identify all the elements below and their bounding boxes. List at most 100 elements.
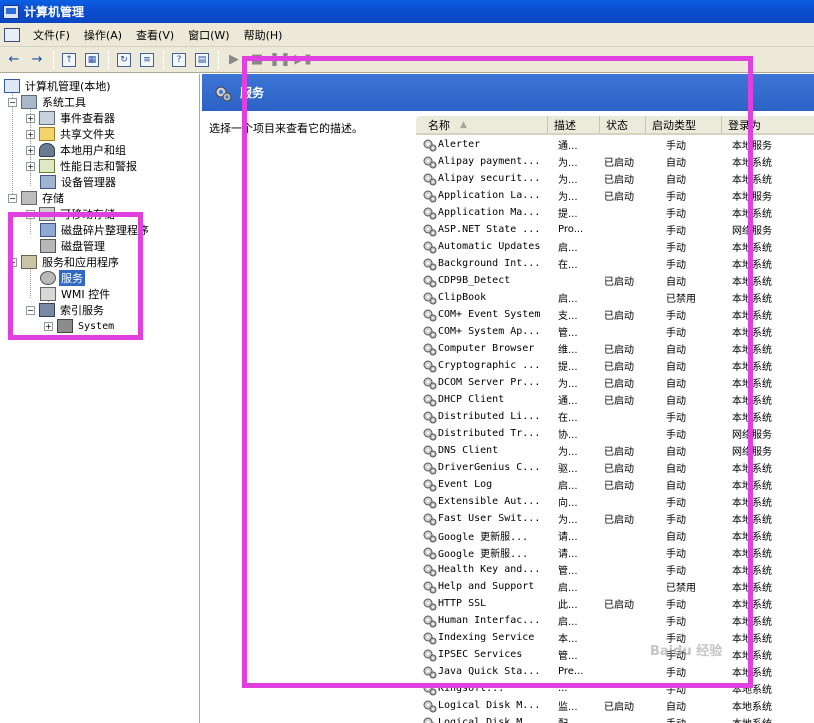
expand-icon[interactable]: + (26, 161, 35, 171)
stop-service-button[interactable]: ■ (246, 50, 268, 70)
gears-icon (423, 632, 437, 644)
tree-label-event-viewer: 事件查看器 (60, 112, 115, 125)
restart-service-button[interactable]: ▶▮ (292, 50, 314, 70)
table-row[interactable]: Java Quick Sta... Pre... 手动 本地系统 (416, 663, 814, 680)
help-button[interactable]: ? (168, 50, 190, 70)
table-row[interactable]: Distributed Li... 在... 手动 本地系统 (416, 408, 814, 425)
refresh-button[interactable]: ↻ (113, 50, 135, 70)
service-description-cell: 提... (558, 209, 578, 220)
properties-button[interactable]: ▤ (191, 50, 213, 70)
up-level-button[interactable]: ↑ (58, 50, 80, 70)
expand-icon[interactable]: + (26, 145, 35, 155)
tree-node-indexing[interactable]: − 索引服务 (26, 302, 106, 318)
table-row[interactable]: DCOM Server Pr... 为... 已启动 自动 本地系统 (416, 374, 814, 391)
export-list-button[interactable]: ≡ (136, 50, 158, 70)
menu-action[interactable]: 操作(A) (77, 27, 129, 43)
table-row[interactable]: Distributed Tr... 协... 手动 网络服务 (416, 425, 814, 442)
storage-icon (21, 191, 37, 205)
table-row[interactable]: Human Interfac... 启... 手动 本地系统 (416, 612, 814, 629)
collapse-icon[interactable]: − (26, 305, 35, 315)
table-row[interactable]: Google 更新服... 请... 手动 本地系统 (416, 544, 814, 561)
table-row[interactable]: Extensible Aut... 向... 手动 本地系统 (416, 493, 814, 510)
table-row[interactable]: Indexing Service 本... 手动 本地系统 (416, 629, 814, 646)
expand-icon[interactable]: + (26, 113, 35, 123)
tree-node-storage[interactable]: − 存储 (8, 190, 66, 206)
tree-node-event-viewer[interactable]: + 事件查看器 (26, 110, 117, 126)
table-row[interactable]: Cryptographic ... 提... 已启动 自动 本地系统 (416, 357, 814, 374)
column-description[interactable]: 描述 (548, 116, 600, 133)
tree-node-shared-folders[interactable]: + 共享文件夹 (26, 126, 117, 142)
collapse-icon[interactable]: − (8, 97, 17, 107)
back-button[interactable]: ← (3, 50, 25, 70)
service-name-cell: Alipay payment... (438, 156, 541, 167)
menu-file[interactable]: 文件(F) (26, 27, 77, 43)
table-row[interactable]: Kingsoft...... 手动 本地系统 (416, 680, 814, 697)
tree-node-root[interactable]: 计算机管理(本地) (4, 78, 113, 94)
column-logon-as[interactable]: 登录为 (722, 116, 814, 133)
table-row[interactable]: COM+ System Ap... 管... 手动 本地系统 (416, 323, 814, 340)
tree-node-system[interactable]: + System (44, 318, 116, 334)
service-name-cell: Google 更新服... (438, 549, 529, 560)
column-name[interactable]: 名称 ▲ (416, 116, 548, 133)
tree-node-device-manager[interactable]: 设备管理器 (40, 174, 118, 190)
gears-icon (423, 479, 437, 491)
tree-node-local-users[interactable]: + 本地用户和组 (26, 142, 128, 158)
tree-node-system-tools[interactable]: − 系统工具 (8, 94, 88, 110)
column-startup-type[interactable]: 启动类型 (646, 116, 722, 133)
tree-node-removable-storage[interactable]: + 可移动存储 (26, 206, 117, 222)
expand-icon[interactable]: + (26, 129, 35, 139)
table-row[interactable]: Google 更新服... 请... 自动 本地系统 (416, 527, 814, 544)
service-name-cell: DHCP Client (438, 394, 505, 405)
menu-view[interactable]: 查看(V) (129, 27, 181, 43)
table-row[interactable]: Application Ma... 提... 手动 本地系统 (416, 204, 814, 221)
expand-icon[interactable]: + (44, 321, 53, 331)
table-row[interactable]: Health Key and... 管... 手动 本地系统 (416, 561, 814, 578)
table-row[interactable]: Background Int... 在... 手动 本地系统 (416, 255, 814, 272)
menu-window[interactable]: 窗口(W) (181, 27, 236, 43)
gears-icon (423, 156, 437, 168)
tree-node-services[interactable]: 服务 (40, 270, 85, 286)
table-row[interactable]: DNS Client 为... 已启动 自动 网络服务 (416, 442, 814, 459)
service-name-cell: Computer Browser (438, 343, 535, 354)
table-row[interactable]: ASP.NET State ... Pro... 手动 网络服务 (416, 221, 814, 238)
table-row[interactable]: DHCP Client 通... 已启动 自动 本地系统 (416, 391, 814, 408)
table-row[interactable]: IPSEC Services 管... 手动 本地系统 (416, 646, 814, 663)
service-description-cell: ... (558, 683, 568, 694)
table-row[interactable]: Alipay securit... 为... 已启动 自动 本地系统 (416, 170, 814, 187)
gears-icon (423, 598, 437, 610)
service-status-cell: 已启动 (604, 277, 634, 288)
table-row[interactable]: Alerter 通... 手动 本地服务 (416, 136, 814, 153)
window-menu-icon[interactable] (4, 27, 20, 42)
table-row[interactable]: Event Log 启... 已启动 自动 本地系统 (416, 476, 814, 493)
table-row[interactable]: Computer Browser 维... 已启动 自动 本地系统 (416, 340, 814, 357)
table-row[interactable]: ClipBook 启... 已禁用 本地系统 (416, 289, 814, 306)
column-status[interactable]: 状态 (600, 116, 646, 133)
menu-help[interactable]: 帮助(H) (237, 27, 290, 43)
table-row[interactable]: Application La... 为... 已启动 手动 本地服务 (416, 187, 814, 204)
expand-icon[interactable]: + (26, 209, 35, 219)
table-row[interactable]: Logical Disk M... 监... 已启动 自动 本地系统 (416, 697, 814, 714)
collapse-icon[interactable]: − (8, 193, 17, 203)
tree-node-disk-mgmt[interactable]: 磁盘管理 (40, 238, 107, 254)
show-hide-tree-button[interactable]: ▦ (81, 50, 103, 70)
collapse-icon[interactable]: − (8, 257, 17, 267)
service-startup-type-cell: 自动 (666, 379, 686, 390)
table-row[interactable]: CDP9B_Detect 已启动 自动 本地系统 (416, 272, 814, 289)
service-description-cell: 在... (558, 413, 578, 424)
tree-node-defrag[interactable]: 磁盘碎片整理程序 (40, 222, 151, 238)
table-row[interactable]: Alipay payment... 为... 已启动 自动 本地系统 (416, 153, 814, 170)
service-logon-as-cell: 本地系统 (732, 345, 772, 356)
table-row[interactable]: Fast User Swit... 为... 已启动 手动 本地系统 (416, 510, 814, 527)
tree-node-perf-logs[interactable]: + 性能日志和警报 (26, 158, 139, 174)
table-row[interactable]: Help and Support 启... 已禁用 本地系统 (416, 578, 814, 595)
tree-node-services-apps[interactable]: − 服务和应用程序 (8, 254, 121, 270)
pause-service-button[interactable]: ❚❚ (269, 50, 291, 70)
table-row[interactable]: DriverGenius C... 驱... 已启动 自动 本地系统 (416, 459, 814, 476)
table-row[interactable]: COM+ Event System 支... 已启动 手动 本地系统 (416, 306, 814, 323)
table-row[interactable]: Automatic Updates 启... 手动 本地系统 (416, 238, 814, 255)
forward-button[interactable]: → (26, 50, 48, 70)
tree-node-wmi[interactable]: WMI 控件 (40, 286, 112, 302)
table-row[interactable]: HTTP SSL 此... 已启动 手动 本地系统 (416, 595, 814, 612)
start-service-button[interactable]: ▶ (223, 50, 245, 70)
table-row[interactable]: Logical Disk M... 配... 手动本地系统 (416, 714, 814, 723)
